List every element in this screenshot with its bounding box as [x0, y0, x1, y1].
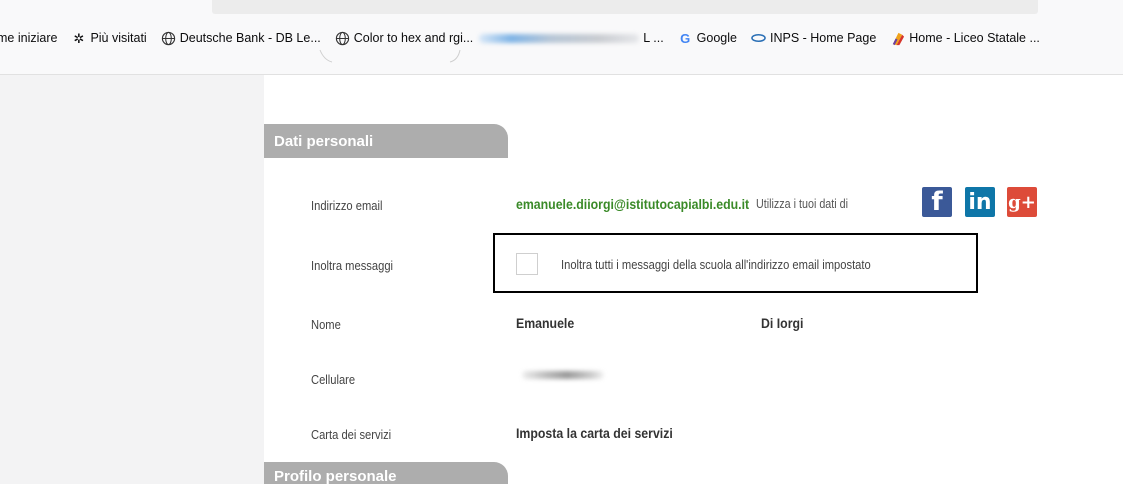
email-label: Indirizzo email — [311, 198, 383, 213]
section-header-personal-profile: Profilo personale — [264, 462, 508, 484]
bookmark-deutsche-bank[interactable]: Deutsche Bank - DB Le... — [161, 31, 321, 46]
set-services-link[interactable]: Imposta la carta dei servizi — [516, 425, 673, 441]
google-icon: G — [680, 30, 691, 46]
forward-label: Inoltra messaggi — [311, 258, 394, 273]
bookmark-blurred[interactable]: L ... — [473, 31, 664, 45]
bookmark-label: Google — [696, 31, 737, 45]
bookmark-label: L ... — [643, 31, 664, 45]
bookmark-label: Più visitati — [90, 31, 147, 45]
bookmark-google[interactable]: G Google — [678, 31, 737, 46]
bookmarks-toolbar: me iniziare ✲ Più visitati Deutsche Bank… — [0, 0, 1123, 75]
forward-messages-checkbox[interactable] — [516, 253, 538, 275]
email-value: emanuele.diiorgi@istitutocapialbi.edu.it — [516, 196, 750, 212]
bookmark-getting-started[interactable]: me iniziare — [0, 31, 57, 45]
section-header-personal-data: Dati personali — [264, 124, 508, 158]
facebook-icon[interactable]: f — [922, 187, 952, 217]
google-plus-icon[interactable]: g+ — [1007, 187, 1037, 217]
section-title: Profilo personale — [274, 468, 397, 484]
services-label: Carta dei servizi — [311, 427, 392, 442]
page: me iniziare ✲ Più visitati Deutsche Bank… — [0, 0, 1123, 484]
bookmark-label: INPS - Home Page — [769, 31, 877, 45]
bookmark-label: me iniziare — [0, 31, 58, 45]
social-login-note: Utilizza i tuoi dati di — [756, 197, 849, 211]
blurred-favicon — [479, 33, 640, 43]
section-title: Dati personali — [274, 132, 374, 150]
phone-label: Cellulare — [311, 372, 356, 387]
linkedin-glyph: in — [968, 189, 992, 215]
bookmark-label: Color to hex and rgi... — [353, 31, 474, 45]
liceo-icon — [890, 31, 905, 46]
bookmark-color-to-hex[interactable]: Color to hex and rgi... — [335, 31, 474, 46]
last-name-value: Di Iorgi — [761, 315, 804, 331]
bookmark-most-visited[interactable]: ✲ Più visitati — [71, 31, 146, 46]
bookmark-liceo[interactable]: Home - Liceo Statale ... — [890, 31, 1040, 46]
bookmark-label: Deutsche Bank - DB Le... — [179, 31, 321, 45]
forward-checkbox-label: Inoltra tutti i messaggi della scuola al… — [561, 257, 871, 272]
left-sidebar — [0, 75, 264, 484]
globe-icon — [161, 31, 176, 46]
url-bar-edge — [212, 0, 1038, 14]
page-top-edge — [319, 49, 461, 63]
bookmark-inps[interactable]: INPS - Home Page — [751, 31, 876, 46]
globe-icon — [335, 31, 350, 46]
name-label: Nome — [311, 317, 341, 332]
facebook-glyph: f — [931, 187, 943, 217]
phone-value-redacted — [522, 371, 604, 379]
bookmark-label: Home - Liceo Statale ... — [909, 31, 1040, 45]
bookmarks-row: me iniziare ✲ Più visitati Deutsche Bank… — [0, 28, 1123, 48]
inps-icon — [751, 31, 766, 46]
linkedin-icon[interactable]: in — [965, 187, 995, 217]
google-plus-glyph: g+ — [1008, 191, 1036, 213]
gear-icon: ✲ — [73, 30, 85, 46]
first-name-value: Emanuele — [516, 315, 575, 331]
